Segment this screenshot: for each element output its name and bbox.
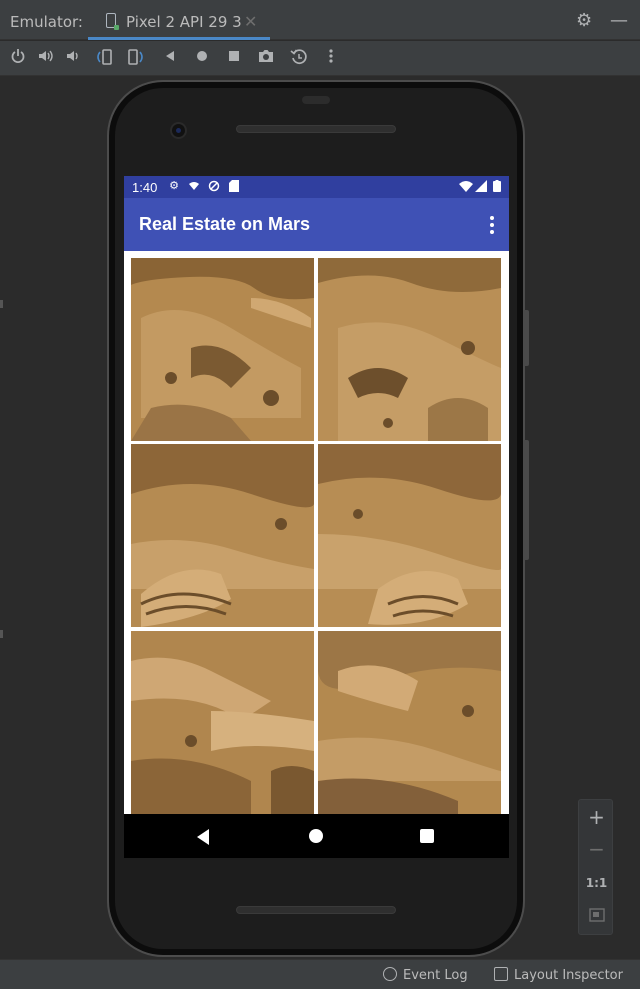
- power-icon[interactable]: [8, 48, 28, 68]
- zoom-fit-icon[interactable]: [579, 900, 614, 930]
- nav-recents-icon[interactable]: [420, 829, 434, 843]
- settings-status-icon: ⚙: [169, 179, 179, 192]
- android-nav-bar: [124, 814, 509, 858]
- wifi-status-icon: [459, 180, 473, 192]
- device-volume-rocker[interactable]: [523, 440, 529, 560]
- mars-photo-tile[interactable]: [318, 444, 501, 627]
- zoom-controls: + − 1:1: [578, 799, 613, 935]
- event-log-label: Event Log: [403, 968, 468, 983]
- minimize-icon[interactable]: —: [610, 10, 628, 31]
- signal-status-icon: [475, 180, 487, 192]
- left-edge-marker: [0, 630, 3, 638]
- mars-photo-tile[interactable]: [318, 258, 501, 441]
- home-icon[interactable]: [192, 48, 212, 68]
- app-title: Real Estate on Mars: [139, 214, 311, 234]
- top-speaker-grille: [236, 125, 396, 133]
- battery-status-icon: [491, 180, 503, 192]
- device-screen[interactable]: 1:40 ⚙ Real Estate on Mars: [124, 176, 509, 858]
- sd-card-status-icon: [228, 180, 240, 192]
- more-icon[interactable]: [321, 48, 341, 68]
- earpiece-notch: [302, 96, 330, 104]
- tab-pixel-2[interactable]: Pixel 2 API 29 3 ✕: [88, 0, 270, 40]
- device-icon: [106, 13, 119, 30]
- screenshot-icon[interactable]: [256, 48, 276, 68]
- snapshot-icon[interactable]: [289, 48, 309, 68]
- tab-close-button[interactable]: ✕: [244, 12, 257, 31]
- front-camera: [170, 122, 187, 139]
- event-log-icon: [383, 967, 397, 981]
- status-footer: Event Log Layout Inspector: [0, 959, 640, 989]
- left-edge-marker: [0, 300, 3, 308]
- layout-inspector-icon: [494, 967, 508, 981]
- overview-icon[interactable]: [224, 48, 244, 68]
- mars-photo-tile[interactable]: [131, 631, 314, 814]
- window-title: Emulator:: [10, 13, 83, 31]
- event-log-button[interactable]: Event Log: [383, 967, 468, 983]
- nav-home-icon[interactable]: [309, 829, 323, 843]
- mars-photo-tile[interactable]: [131, 258, 314, 441]
- data-saver-status-icon: [208, 180, 220, 192]
- tab-active-indicator: [88, 37, 270, 40]
- rotate-right-icon[interactable]: [126, 48, 146, 68]
- status-time: 1:40: [132, 180, 158, 195]
- emulator-toolbar: [0, 41, 640, 76]
- bottom-speaker-grille: [236, 906, 396, 914]
- zoom-out-button[interactable]: −: [579, 834, 614, 864]
- zoom-1-1-button[interactable]: 1:1: [579, 868, 614, 898]
- zoom-in-button[interactable]: +: [579, 802, 614, 832]
- tab-label: Pixel 2 API 29 3: [126, 13, 242, 31]
- rotate-left-icon[interactable]: [94, 48, 114, 68]
- back-icon[interactable]: [160, 48, 180, 68]
- photo-grid: [131, 258, 501, 814]
- mars-photo-tile[interactable]: [131, 444, 314, 627]
- photo-grid-container: [124, 251, 509, 814]
- mars-photo-tile[interactable]: [318, 631, 501, 814]
- nav-back-icon[interactable]: [197, 829, 209, 845]
- volume-down-icon[interactable]: [64, 48, 84, 68]
- gear-icon[interactable]: ⚙: [576, 10, 592, 31]
- device-power-button[interactable]: [523, 310, 529, 366]
- wifi-off-status-icon: [188, 180, 200, 192]
- volume-up-icon[interactable]: [36, 48, 56, 68]
- layout-inspector-label: Layout Inspector: [514, 968, 623, 983]
- emulator-title-bar: Emulator: Pixel 2 API 29 3 ✕ ⚙ —: [0, 0, 640, 40]
- overflow-menu-icon[interactable]: [489, 216, 495, 234]
- android-status-bar: 1:40 ⚙: [124, 176, 509, 198]
- app-toolbar: Real Estate on Mars: [124, 198, 509, 251]
- layout-inspector-button[interactable]: Layout Inspector: [494, 967, 623, 983]
